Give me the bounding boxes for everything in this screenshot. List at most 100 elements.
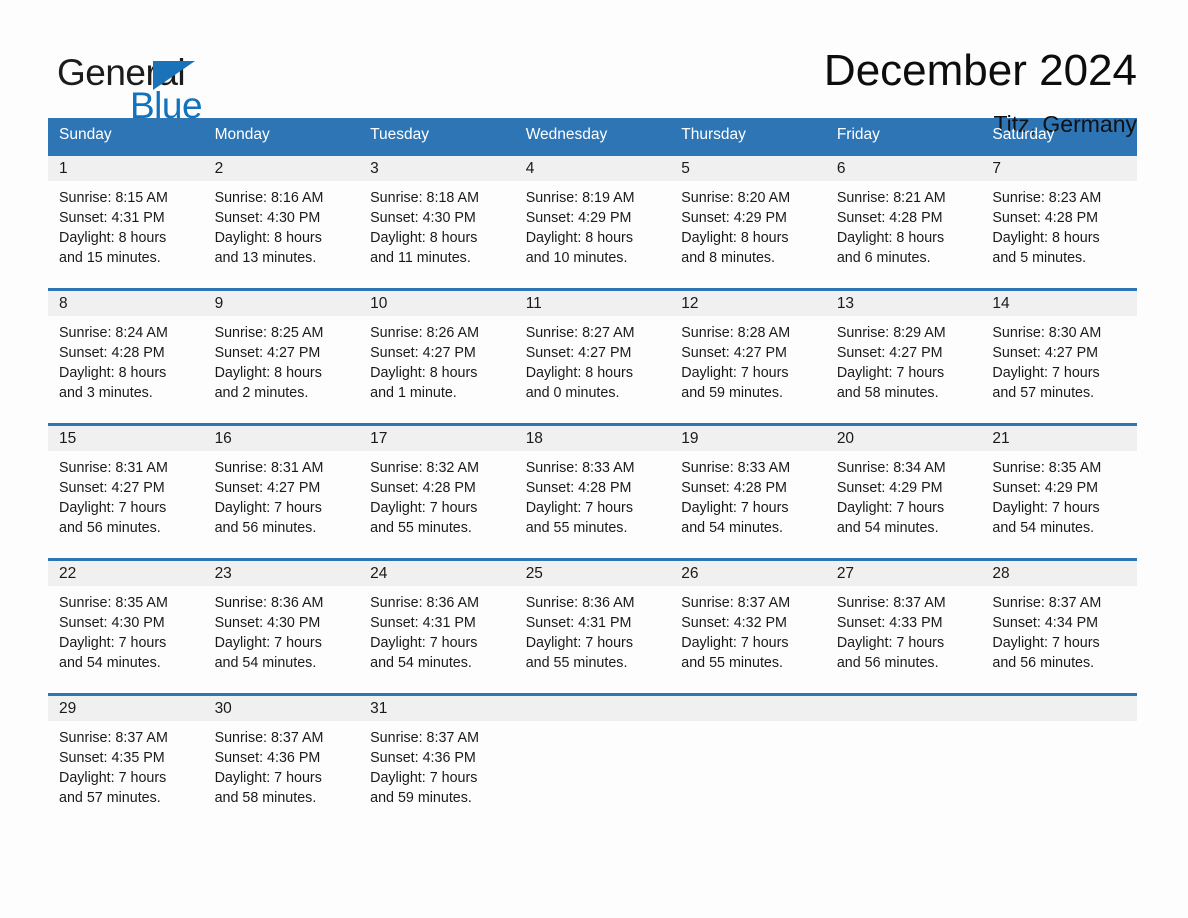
sunset-text: Sunset: 4:30 PM: [214, 210, 321, 226]
sunset-text: Sunset: 4:27 PM: [836, 345, 943, 361]
sunrise-text: Sunrise: 8:30 AM: [992, 325, 1102, 341]
daylight-text-line2: and 54 minutes.: [681, 520, 783, 536]
daylight-text-line1: Daylight: 7 hours: [214, 500, 322, 516]
daylight-text-line2: and 3 minutes.: [59, 385, 153, 401]
calendar-day-cell[interactable]: 31 Sunrise: 8:37 AM Sunset: 4:36 PM Dayligh…: [359, 693, 515, 830]
calendar-day-cell[interactable]: 12 Sunrise: 8:28 AM Sunset: 4:27 PM Dayligh…: [670, 288, 826, 425]
calendar-day-cell[interactable]: 20 Sunrise: 8:34 AM Sunset: 4:29 PM Dayligh…: [825, 423, 982, 560]
calendar-day-cell[interactable]: 14 Sunrise: 8:30 AM Sunset: 4:27 PM Dayligh…: [981, 288, 1137, 425]
daylight-text-line1: Daylight: 8 hours: [370, 365, 478, 381]
sunset-text: Sunset: 4:30 PM: [370, 210, 476, 226]
daylight-text-line2: and 0 minutes.: [525, 385, 620, 401]
sunrise-text: Sunrise: 8:21 AM: [836, 190, 946, 206]
title-block: December 2024 Titz, Germany: [824, 44, 1137, 138]
calendar-day-cell[interactable]: 11 Sunrise: 8:27 AM Sunset: 4:27 PM Dayligh…: [514, 288, 671, 425]
calendar-day-cell[interactable]: 30 Sunrise: 8:37 AM Sunset: 4:36 PM Dayligh…: [203, 693, 360, 830]
day-number: 29: [48, 696, 204, 721]
sunset-text: Sunset: 4:27 PM: [214, 480, 321, 496]
calendar-day-cell[interactable]: 7 Sunrise: 8:23 AM Sunset: 4:28 PM Daylight…: [981, 153, 1137, 290]
calendar-day-cell[interactable]: 13 Sunrise: 8:29 AM Sunset: 4:27 PM Dayligh…: [825, 288, 982, 425]
daylight-text-line2: and 54 minutes.: [370, 655, 472, 671]
sunset-text: Sunset: 4:27 PM: [681, 345, 787, 361]
daylight-text-line1: Daylight: 8 hours: [992, 230, 1100, 246]
sunrise-text: Sunrise: 8:37 AM: [836, 595, 946, 611]
daylight-text-line1: Daylight: 7 hours: [59, 770, 167, 786]
daylight-text-line2: and 11 minutes.: [370, 250, 471, 266]
sunset-text: Sunset: 4:28 PM: [525, 480, 632, 496]
day-details: Sunrise: 8:37 AM Sunset: 4:34 PM Daylight:…: [981, 586, 1137, 673]
sunrise-text: Sunrise: 8:33 AM: [525, 460, 635, 476]
daylight-text-line1: Daylight: 7 hours: [681, 500, 789, 516]
daylight-text-line1: Daylight: 8 hours: [370, 230, 478, 246]
daylight-text-line1: Daylight: 8 hours: [681, 230, 789, 246]
calendar-day-cell[interactable]: 4 Sunrise: 8:19 AM Sunset: 4:29 PM Daylight…: [514, 153, 671, 290]
calendar-day-cell[interactable]: 23 Sunrise: 8:36 AM Sunset: 4:30 PM Dayligh…: [203, 558, 360, 695]
day-number: 23: [203, 561, 360, 586]
day-number: 1: [48, 156, 204, 181]
sunrise-text: Sunrise: 8:36 AM: [214, 595, 324, 611]
calendar-day-cell[interactable]: 29 Sunrise: 8:37 AM Sunset: 4:35 PM Dayligh…: [48, 693, 204, 830]
daylight-text-line1: Daylight: 7 hours: [836, 635, 945, 651]
day-number: 24: [359, 561, 515, 586]
sunrise-text: Sunrise: 8:28 AM: [681, 325, 791, 341]
day-number: 9: [203, 291, 360, 316]
day-details: Sunrise: 8:19 AM Sunset: 4:29 PM Daylight:…: [515, 181, 671, 268]
day-number: 13: [825, 291, 982, 316]
day-number: [670, 696, 826, 721]
daylight-text-line1: Daylight: 7 hours: [836, 500, 945, 516]
calendar-day-cell[interactable]: 16 Sunrise: 8:31 AM Sunset: 4:27 PM Dayligh…: [203, 423, 360, 560]
calendar-day-cell[interactable]: 9 Sunrise: 8:25 AM Sunset: 4:27 PM Daylight…: [203, 288, 360, 425]
day-details: Sunrise: 8:33 AM Sunset: 4:28 PM Daylight:…: [670, 451, 826, 538]
calendar-day-cell[interactable]: 6 Sunrise: 8:21 AM Sunset: 4:28 PM Daylight…: [825, 153, 982, 290]
day-number: 27: [825, 561, 982, 586]
page-header: General Blue December 2024 Titz, Germany: [0, 0, 1188, 137]
daylight-text-line2: and 58 minutes.: [836, 385, 939, 401]
daylight-text-line2: and 54 minutes.: [59, 655, 161, 671]
calendar-day-cell[interactable]: 19 Sunrise: 8:33 AM Sunset: 4:28 PM Dayligh…: [670, 423, 826, 560]
day-number: 15: [48, 426, 204, 451]
daylight-text-line2: and 54 minutes.: [992, 520, 1095, 536]
day-details: Sunrise: 8:30 AM Sunset: 4:27 PM Daylight:…: [981, 316, 1137, 403]
daylight-text-line1: Daylight: 8 hours: [214, 230, 322, 246]
calendar-day-cell[interactable]: 5 Sunrise: 8:20 AM Sunset: 4:29 PM Daylight…: [670, 153, 826, 290]
daylight-text-line2: and 8 minutes.: [681, 250, 776, 266]
day-number: 31: [359, 696, 515, 721]
day-number: 2: [203, 156, 360, 181]
day-number: 11: [514, 291, 671, 316]
day-details: Sunrise: 8:25 AM Sunset: 4:27 PM Daylight:…: [204, 316, 360, 403]
sunrise-text: Sunrise: 8:15 AM: [59, 190, 168, 206]
sunrise-text: Sunrise: 8:20 AM: [681, 190, 791, 206]
calendar-day-cell[interactable]: 27 Sunrise: 8:37 AM Sunset: 4:33 PM Dayligh…: [825, 558, 982, 695]
calendar-day-cell[interactable]: 22 Sunrise: 8:35 AM Sunset: 4:30 PM Dayligh…: [48, 558, 204, 695]
sunrise-text: Sunrise: 8:37 AM: [681, 595, 791, 611]
daylight-text-line1: Daylight: 7 hours: [836, 365, 945, 381]
sunset-text: Sunset: 4:36 PM: [214, 750, 321, 766]
calendar-body: 1 Sunrise: 8:15 AM Sunset: 4:31 PM Daylight…: [48, 153, 1137, 830]
day-details: Sunrise: 8:16 AM Sunset: 4:30 PM Daylight:…: [204, 181, 360, 268]
daylight-text-line1: Daylight: 7 hours: [525, 500, 633, 516]
calendar-day-cell[interactable]: 24 Sunrise: 8:36 AM Sunset: 4:31 PM Dayligh…: [359, 558, 515, 695]
sunset-text: Sunset: 4:27 PM: [992, 345, 1099, 361]
day-details: Sunrise: 8:24 AM Sunset: 4:28 PM Daylight:…: [48, 316, 204, 403]
calendar-day-cell[interactable]: 1 Sunrise: 8:15 AM Sunset: 4:31 PM Daylight…: [48, 153, 204, 290]
calendar-day-cell[interactable]: 18 Sunrise: 8:33 AM Sunset: 4:28 PM Dayligh…: [514, 423, 671, 560]
daylight-text-line1: Daylight: 7 hours: [370, 770, 478, 786]
sunrise-text: Sunrise: 8:26 AM: [370, 325, 479, 341]
day-details: Sunrise: 8:37 AM Sunset: 4:33 PM Daylight:…: [826, 586, 982, 673]
calendar-day-cell[interactable]: 8 Sunrise: 8:24 AM Sunset: 4:28 PM Daylight…: [48, 288, 204, 425]
calendar-day-cell[interactable]: 26 Sunrise: 8:37 AM Sunset: 4:32 PM Dayligh…: [670, 558, 826, 695]
day-number: 16: [203, 426, 360, 451]
calendar-day-cell[interactable]: 25 Sunrise: 8:36 AM Sunset: 4:31 PM Dayligh…: [514, 558, 671, 695]
day-number: 6: [825, 156, 982, 181]
calendar-day-cell[interactable]: 2 Sunrise: 8:16 AM Sunset: 4:30 PM Daylight…: [203, 153, 360, 290]
calendar-day-cell[interactable]: 17 Sunrise: 8:32 AM Sunset: 4:28 PM Dayligh…: [359, 423, 515, 560]
general-blue-logo[interactable]: General Blue: [57, 44, 207, 124]
calendar-day-cell[interactable]: 10 Sunrise: 8:26 AM Sunset: 4:27 PM Dayligh…: [359, 288, 515, 425]
daylight-text-line1: Daylight: 7 hours: [214, 635, 322, 651]
weekday-header-wednesday: Wednesday: [514, 118, 671, 155]
calendar-day-cell[interactable]: 3 Sunrise: 8:18 AM Sunset: 4:30 PM Daylight…: [359, 153, 515, 290]
calendar-day-cell[interactable]: 15 Sunrise: 8:31 AM Sunset: 4:27 PM Dayligh…: [48, 423, 204, 560]
calendar-day-cell[interactable]: 28 Sunrise: 8:37 AM Sunset: 4:34 PM Dayligh…: [981, 558, 1137, 695]
calendar-day-cell[interactable]: 21 Sunrise: 8:35 AM Sunset: 4:29 PM Dayligh…: [981, 423, 1137, 560]
day-number: 26: [670, 561, 826, 586]
